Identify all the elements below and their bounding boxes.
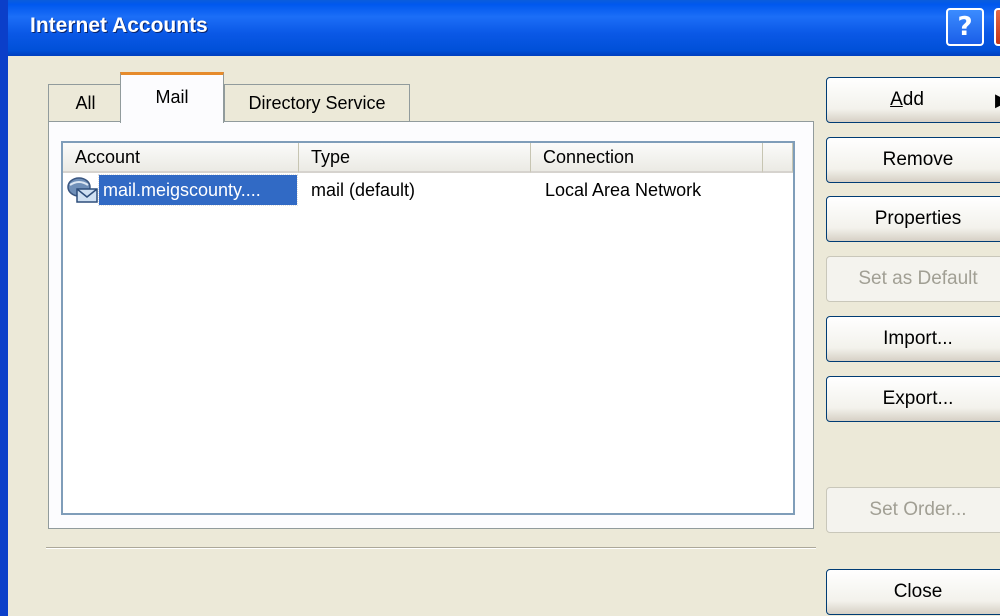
question-icon: ? [957, 12, 973, 42]
column-header-connection[interactable]: Connection [531, 143, 763, 173]
account-name-cell[interactable]: mail.meigscounty.... [98, 174, 298, 206]
column-header-empty[interactable] [763, 143, 793, 173]
accounts-list[interactable]: Account Type Connection mail.meigscounty… [61, 141, 795, 515]
title-bar[interactable]: Internet Accounts ? X [8, 0, 1000, 56]
import-button-label: Import... [883, 328, 953, 349]
tab-directory-service[interactable]: Directory Service [224, 84, 410, 122]
tab-panel: Account Type Connection mail.meigscounty… [48, 121, 814, 529]
set-order-button[interactable]: Set Order... [826, 487, 1000, 533]
column-header-type[interactable]: Type [299, 143, 531, 173]
list-header: Account Type Connection [63, 143, 793, 173]
internet-accounts-window: Internet Accounts ? X All Mail Directory… [0, 0, 1000, 616]
export-button-label: Export... [882, 388, 954, 409]
remove-button-label: Remove [882, 149, 954, 170]
properties-button[interactable]: Properties [826, 196, 1000, 242]
divider [46, 547, 816, 549]
properties-button-label: Properties [874, 208, 962, 229]
set-as-default-button-label: Set as Default [858, 268, 978, 289]
import-button[interactable]: Import... [826, 316, 1000, 362]
help-button[interactable]: ? [946, 8, 984, 46]
remove-button[interactable]: Remove [826, 137, 1000, 183]
export-button[interactable]: Export... [826, 376, 1000, 422]
close-button[interactable]: Close [826, 569, 1000, 615]
column-header-account[interactable]: Account [63, 143, 299, 173]
account-type-cell: mail (default) [311, 179, 416, 200]
mail-account-icon [65, 175, 99, 205]
tab-all[interactable]: All [48, 84, 122, 122]
add-button-label: Add [890, 89, 924, 110]
account-connection-cell: Local Area Network [545, 179, 702, 200]
close-button-label: Close [893, 581, 943, 602]
list-item[interactable]: mail.meigscounty.... mail (default) Loca… [63, 174, 793, 206]
set-as-default-button[interactable]: Set as Default [826, 256, 1000, 302]
tab-mail[interactable]: Mail [120, 72, 224, 123]
submenu-arrow-icon: ▶ [995, 90, 1000, 111]
window-close-button[interactable]: X [994, 8, 1000, 46]
add-button[interactable]: Add ▶ [826, 77, 1000, 123]
window-title: Internet Accounts [30, 14, 208, 37]
set-order-button-label: Set Order... [869, 499, 967, 520]
